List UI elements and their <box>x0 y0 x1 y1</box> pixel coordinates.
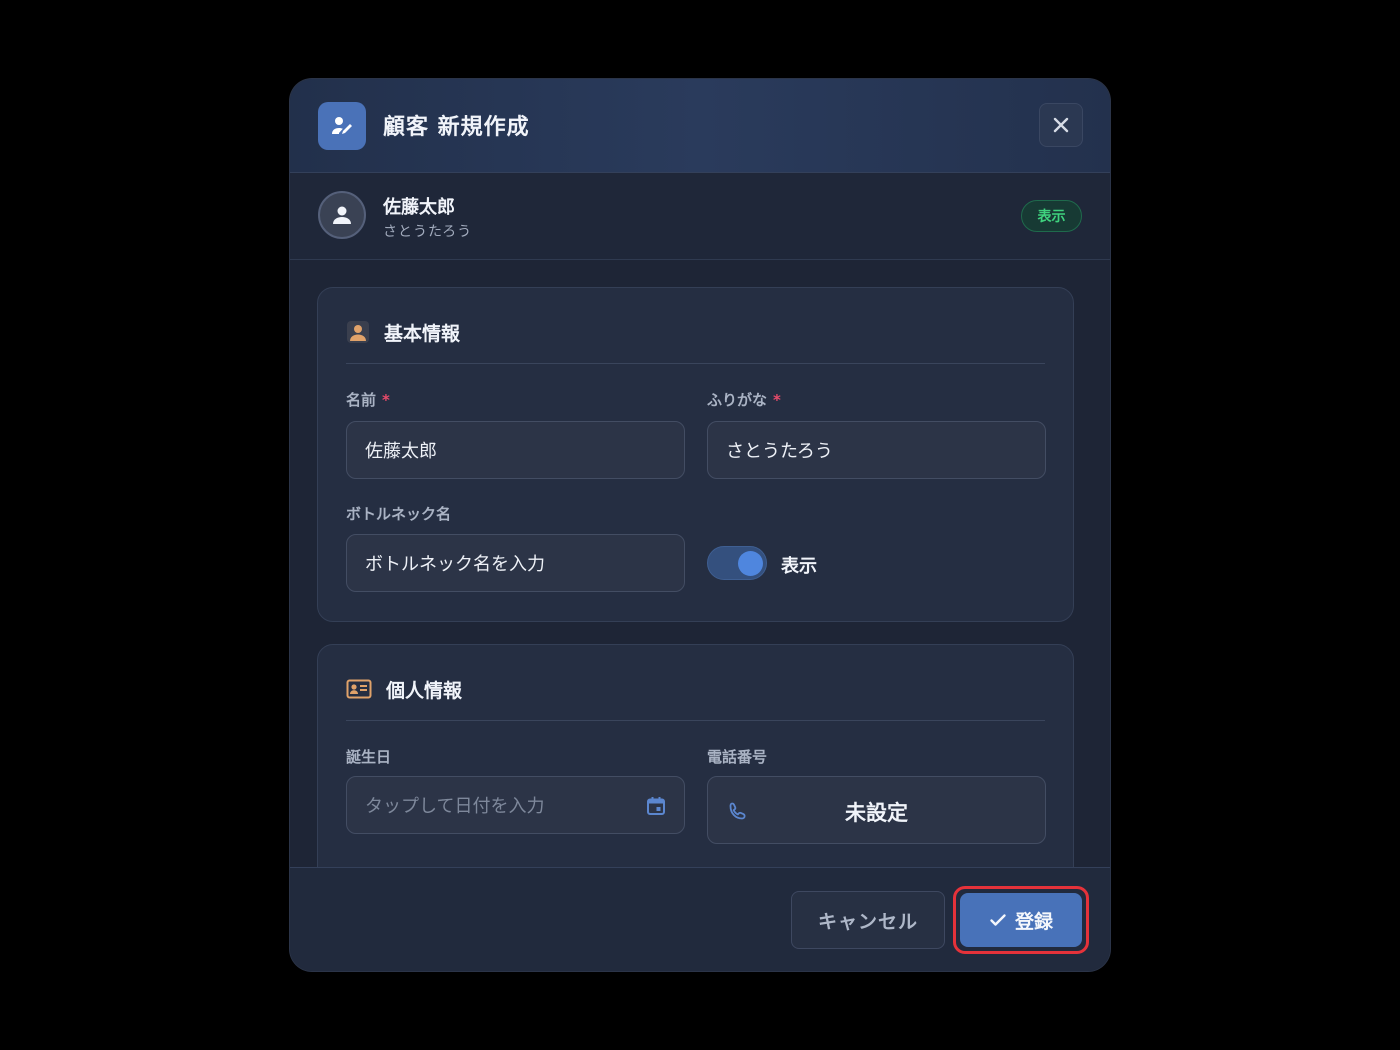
avatar <box>318 191 366 239</box>
birthday-field[interactable]: タップして日付を入力 <box>346 776 685 834</box>
basic-info-header: 基本情報 <box>346 318 460 346</box>
person-icon <box>347 321 369 343</box>
submit-label: 登録 <box>1014 910 1053 933</box>
required-mark: * <box>382 391 390 409</box>
name-label-text: 名前 <box>346 391 377 409</box>
customer-create-modal: 顧客 新規作成 佐藤太郎 さとうたろう 表示 基本情報 名前 * 佐藤太郎 ふり… <box>290 79 1110 971</box>
id-card-icon <box>346 679 372 699</box>
customer-name: 佐藤太郎 <box>383 197 455 218</box>
phone-value: 未設定 <box>845 801 908 825</box>
section-title: 個人情報 <box>386 679 463 702</box>
required-mark: * <box>773 391 781 409</box>
cancel-button[interactable]: キャンセル <box>791 891 945 949</box>
phone-label: 電話番号 <box>707 748 768 766</box>
divider <box>346 720 1045 721</box>
user-edit-icon <box>318 102 366 150</box>
calendar-icon <box>647 797 665 815</box>
kana-label: ふりがな * <box>707 389 781 410</box>
toggle-label: 表示 <box>781 556 817 577</box>
user-icon <box>333 206 351 224</box>
kana-label-text: ふりがな <box>707 391 768 409</box>
basic-info-section: 基本情報 名前 * 佐藤太郎 ふりがな * さとうたろう ボトルネック名 ボトルネッ… <box>317 287 1074 622</box>
bottle-name-field[interactable]: ボトルネック名を入力 <box>346 534 685 592</box>
birthday-placeholder: タップして日付を入力 <box>365 796 545 817</box>
personal-info-header: 個人情報 <box>346 675 462 703</box>
personal-info-section: 個人情報 誕生日 タップして日付を入力 電話番号 未設定 <box>317 644 1074 867</box>
name-field[interactable]: 佐藤太郎 <box>346 421 685 479</box>
close-button[interactable] <box>1039 103 1083 147</box>
submit-button[interactable]: 登録 <box>960 893 1082 947</box>
customer-summary: 佐藤太郎 さとうたろう 表示 <box>290 173 1110 260</box>
section-title: 基本情報 <box>384 322 461 345</box>
submit-highlight: 登録 <box>953 886 1089 954</box>
modal-header: 顧客 新規作成 <box>290 79 1110 173</box>
check-icon <box>990 914 1006 926</box>
form-scroll-area[interactable]: 基本情報 名前 * 佐藤太郎 ふりがな * さとうたろう ボトルネック名 ボトルネッ… <box>290 261 1110 867</box>
modal-footer: キャンセル 登録 <box>290 867 1110 971</box>
name-label: 名前 * <box>346 389 390 410</box>
bottle-name-label: ボトルネック名 <box>346 505 452 523</box>
toggle-knob <box>738 551 763 576</box>
modal-title: 顧客 新規作成 <box>383 115 530 140</box>
customer-kana: さとうたろう <box>383 224 473 240</box>
phone-field[interactable]: 未設定 <box>707 776 1046 844</box>
display-toggle[interactable] <box>707 546 767 580</box>
birthday-label: 誕生日 <box>346 748 392 766</box>
kana-field[interactable]: さとうたろう <box>707 421 1046 479</box>
status-badge: 表示 <box>1021 200 1082 232</box>
close-icon <box>1053 117 1069 133</box>
divider <box>346 363 1045 364</box>
